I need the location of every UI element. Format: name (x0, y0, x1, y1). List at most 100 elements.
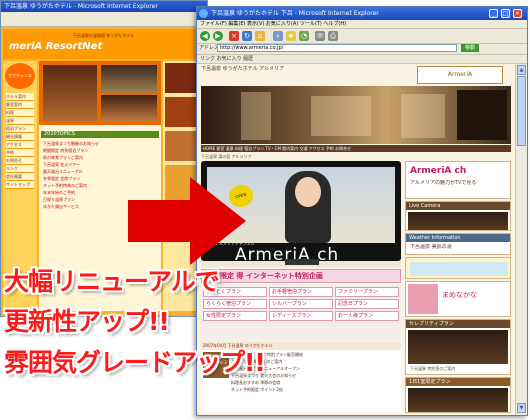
plan-button[interactable]: お手軽宿泊プラン (269, 287, 333, 297)
hero-lamp-photo (241, 92, 271, 140)
weather-card[interactable]: Weather Information 下呂温泉 美肌の湯 (405, 233, 511, 255)
manaka-card[interactable]: まめなかな (405, 281, 511, 317)
plan-button[interactable]: ファミリープラン (335, 287, 399, 297)
news-item[interactable]: ネット予約限定 ポイント2倍 (231, 387, 399, 393)
old-nav-item[interactable]: ホテル案内 (6, 93, 34, 101)
links-bar[interactable]: リンク お気に入り 履歴 (197, 54, 527, 64)
hero-room-photo (401, 94, 445, 138)
old-nav-item[interactable]: 観光情報 (6, 133, 34, 141)
hero-lobby-photo (311, 96, 371, 136)
close-icon[interactable]: × (513, 9, 522, 18)
guest-room-plan-image (408, 388, 508, 412)
menu-bar[interactable]: ファイル(F) 編集(E) 表示(V) お気に入り(A) ツール(T) ヘルプ(… (197, 20, 527, 29)
history-icon[interactable]: ◔ (299, 31, 309, 41)
armeria-ch-card[interactable]: ArmeriA ch アルメリアの魅力がTVで見る (405, 161, 511, 199)
celebrity-plan-title: セレブリティプラン (406, 320, 510, 328)
beauty-banner-image (410, 262, 508, 276)
old-topic-link[interactable]: 下呂温泉まつり開催のお知らせ (43, 141, 159, 147)
old-nav-item[interactable]: 会社概要 (6, 173, 34, 181)
old-banner[interactable] (39, 61, 161, 125)
old-topic-link[interactable]: 冬季限定 会席プラン (43, 176, 159, 182)
old-topic-link[interactable]: 期間限定 特別宿泊プラン (43, 148, 159, 154)
global-nav[interactable]: HOME 客室 温泉 料理 宿泊プラン TV・CM 館内案内 交通 アクセス 予… (201, 145, 511, 152)
old-site-header: meriA ResortNet 下呂温泉の温泉宿 ゆうがたホテル (3, 29, 203, 59)
home-icon[interactable]: ⌂ (255, 31, 265, 41)
plan-button[interactable]: らくらく宿泊プラン (203, 299, 267, 309)
old-header-text: 下呂温泉の温泉宿 ゆうがたホテル (73, 33, 135, 38)
old-nav-item[interactable]: サイトマップ (6, 181, 34, 189)
beauty-text: 下呂温泉 美肌の湯 (410, 244, 452, 250)
scroll-up-icon[interactable]: ▲ (517, 65, 526, 75)
old-banner-photo (43, 65, 97, 121)
minimize-icon[interactable]: _ (489, 9, 498, 18)
old-promo-badge[interactable]: ワクチャンス (5, 63, 35, 89)
old-window-toolbar (1, 12, 207, 27)
news-item[interactable]: 料理長おすすめ 季節の会席 (231, 380, 399, 386)
tv-stand (285, 259, 319, 265)
maximize-icon[interactable]: □ (501, 9, 510, 18)
forward-icon[interactable]: ▶ (213, 31, 223, 41)
right-sidebar: ArmeriA ch アルメリアの魅力がTVで見る Live Camera We… (405, 161, 513, 415)
stop-icon[interactable]: × (229, 31, 239, 41)
plan-button[interactable]: レディースプラン (269, 311, 333, 321)
old-nav-item[interactable]: 料理 (6, 109, 34, 117)
old-nav-item[interactable]: お問合せ (6, 157, 34, 165)
armeria-ch-title: ArmeriA ch (410, 166, 467, 176)
plan-button[interactable]: 記念日プラン (335, 299, 399, 309)
old-nav-item[interactable]: 温泉 (6, 117, 34, 125)
old-banner-photo (101, 95, 157, 121)
manaka-photo (408, 284, 438, 314)
hero-image (201, 86, 511, 144)
old-nav-item[interactable]: アクセス (6, 141, 34, 149)
old-topic-link[interactable]: 年末年始のご予約 (43, 190, 159, 196)
site-logo[interactable]: ArmeriA (417, 66, 503, 84)
navigation-toolbar: ◀ ▶ × ↻ ⌂ ⌕ ★ ◔ ✉ ⎙ (197, 29, 527, 44)
old-topic-link[interactable]: 下呂温泉 花火ツアー (43, 162, 159, 168)
live-camera-title: Live Camera (406, 202, 510, 210)
mail-icon[interactable]: ✉ (315, 31, 325, 41)
hero-dark-photo (457, 90, 507, 140)
live-camera-image (408, 212, 508, 230)
old-nav-item[interactable]: 予約 (6, 149, 34, 157)
go-button[interactable]: 移動 (461, 44, 479, 52)
old-topic-link[interactable]: ネット予約特典のご案内 (43, 183, 159, 189)
breadcrumb: 下呂温泉 湯の宿 アルメリア (201, 154, 252, 159)
refresh-icon[interactable]: ↻ (242, 31, 252, 41)
old-nav-item[interactable]: 客室案内 (6, 101, 34, 109)
scroll-thumb[interactable] (517, 76, 526, 146)
celebrity-plan-card[interactable]: セレブリティプラン 下呂温泉 特別室のご案内 (405, 319, 511, 375)
guest-room-plan-card[interactable]: 1日1室限定プラン (405, 377, 511, 413)
favorites-icon[interactable]: ★ (286, 31, 296, 41)
ie-icon (199, 9, 208, 18)
old-topics-heading: 2020TOPICS (41, 131, 159, 138)
plan-button[interactable]: シルバープラン (269, 299, 333, 309)
tv-presenter-face (295, 177, 321, 207)
back-icon[interactable]: ◀ (200, 31, 210, 41)
address-input[interactable] (217, 44, 457, 52)
old-nav-item[interactable]: 宿泊プラン (6, 125, 34, 133)
old-topic-link[interactable]: 秋の味覚プランご案内 (43, 155, 159, 161)
old-window-title: 下呂温泉 ゆうがたホテル - Microsoft Internet Explor… (4, 3, 158, 10)
vertical-scrollbar[interactable]: ▲ ▼ (515, 64, 527, 415)
caption-line-1: 大幅リニューアルで (4, 267, 220, 296)
search-icon[interactable]: ⌕ (273, 31, 283, 41)
plan-button[interactable]: 女性限定プラン (203, 311, 267, 321)
caption-line-3: 雰囲気グレードアップ!! (4, 348, 266, 377)
plan-list: まるとくプラン お手軽宿泊プラン ファミリープラン らくらく宿泊プラン シルバー… (201, 285, 401, 339)
live-camera-card[interactable]: Live Camera (405, 201, 511, 231)
old-topic-link[interactable]: 露天風呂リニューアル (43, 169, 159, 175)
site-header-text: 下呂温泉 ゆうがたホテル アルメリア (201, 66, 285, 72)
beauty-banner[interactable] (405, 257, 511, 279)
guest-room-plan-title: 1日1室限定プラン (406, 378, 510, 386)
old-banner-photo (101, 65, 157, 93)
scroll-down-icon[interactable]: ▼ (517, 403, 526, 413)
old-nav-item[interactable]: リンク (6, 165, 34, 173)
celebrity-plan-subtitle: 下呂温泉 特別室のご案内 (410, 366, 456, 371)
print-icon[interactable]: ⎙ (328, 31, 338, 41)
armeria-ch-subtitle: アルメリアの魅力がTVで見る (410, 180, 477, 186)
caption-line-2: 更新性アップ!! (4, 307, 170, 336)
celebrity-plan-image (408, 330, 508, 364)
plan-button[interactable]: お一人様プラン (335, 311, 399, 321)
old-window-titlebar: 下呂温泉 ゆうがたホテル - Microsoft Internet Explor… (1, 1, 207, 12)
red-arrow-icon (190, 177, 246, 265)
